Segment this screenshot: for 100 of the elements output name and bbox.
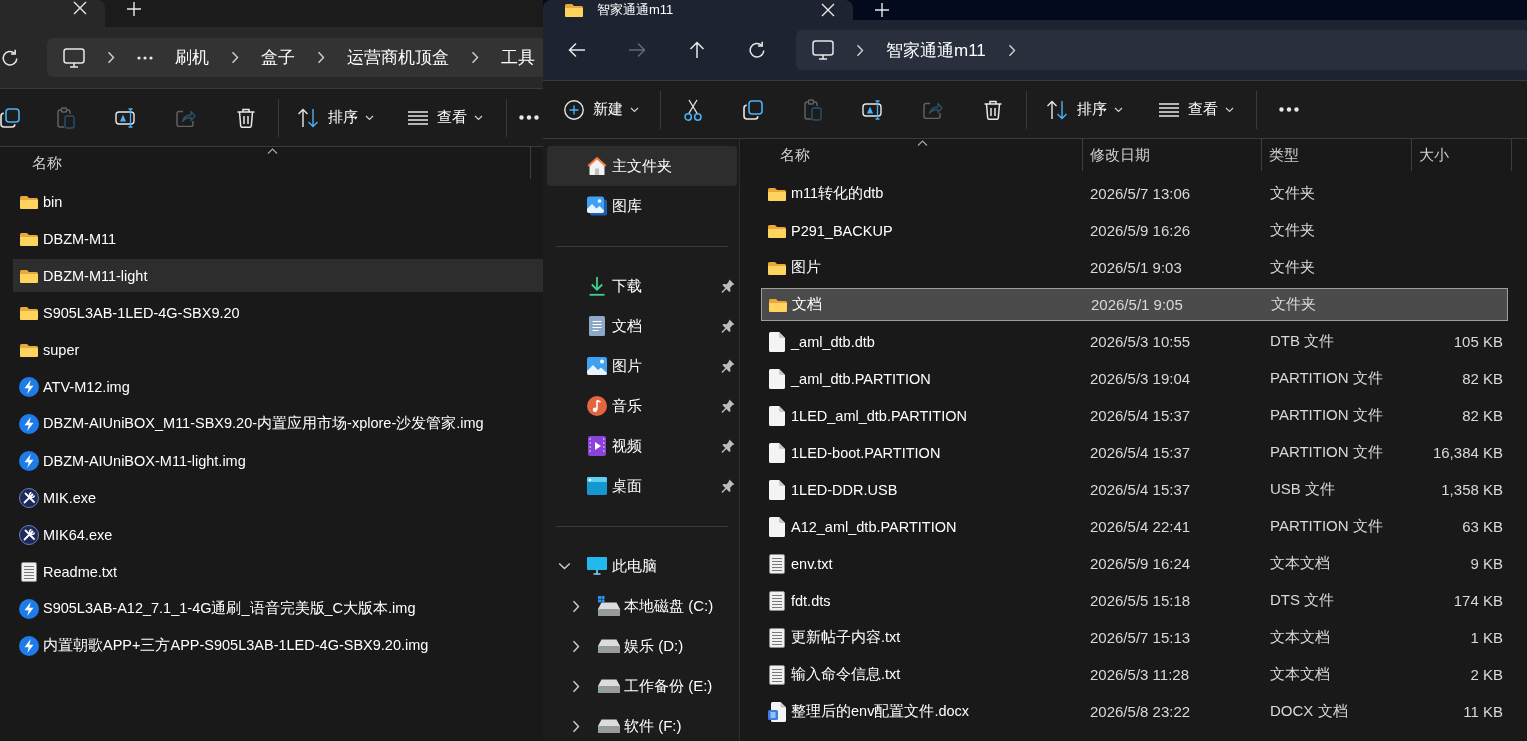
- file-row[interactable]: super: [13, 333, 543, 366]
- file-row[interactable]: ATV-M12.img: [13, 370, 543, 403]
- tab[interactable]: 智家通通m11: [543, 0, 853, 20]
- chevron-right-icon[interactable]: [471, 51, 479, 64]
- file-row[interactable]: bin: [13, 185, 543, 218]
- chevron-right-icon[interactable]: [856, 43, 864, 57]
- column-header[interactable]: 类型: [1262, 139, 1412, 171]
- chevron-right-icon[interactable]: [317, 51, 325, 64]
- breadcrumb[interactable]: 盒子: [261, 46, 295, 69]
- date-modified: 2026/5/8 23:22: [1090, 703, 1191, 720]
- chevron-right-icon[interactable]: [572, 679, 580, 693]
- file-row[interactable]: _aml_dtb.dtb 2026/5/3 10:55 DTB 文件 105 KB: [761, 325, 1508, 358]
- view-button[interactable]: 查看: [401, 97, 490, 138]
- file-row[interactable]: env.txt 2026/5/9 16:24 文本文档 9 KB: [761, 547, 1508, 580]
- caret-down-icon: [630, 106, 639, 113]
- file-type: 文件夹: [1271, 295, 1316, 312]
- file-type: PARTITION 文件: [1270, 443, 1383, 460]
- column-header[interactable]: 名称: [761, 139, 1083, 171]
- computer-icon: [63, 47, 85, 68]
- file-row[interactable]: S905L3AB-1LED-4G-SBX9.20: [13, 296, 543, 329]
- chevron-right-icon[interactable]: [107, 51, 115, 64]
- file-row[interactable]: 1LED-DDR.USB 2026/5/4 15:37 USB 文件 1,358 KB: [761, 473, 1508, 506]
- tools-icon: [19, 524, 39, 545]
- nav-item[interactable]: 文档: [547, 306, 737, 346]
- pin-icon[interactable]: [721, 359, 735, 373]
- file-row[interactable]: S905L3AB-A12_7.1_1-4G通刷_语音完美版_C大版本.img: [13, 592, 543, 625]
- file-row[interactable]: 1LED_aml_dtb.PARTITION 2026/5/4 15:37 PARTITION 文件 82 KB: [761, 399, 1508, 432]
- breadcrumb[interactable]: 工具: [501, 46, 535, 69]
- date-modified: 2026/5/4 15:37: [1090, 481, 1191, 498]
- nav-item[interactable]: 下载: [547, 266, 737, 306]
- breadcrumb[interactable]: 智家通通m11: [886, 38, 986, 62]
- plus-icon[interactable]: [127, 2, 141, 16]
- chevron-down-icon[interactable]: [557, 562, 571, 570]
- breadcrumb[interactable]: 刷机: [175, 46, 209, 69]
- file-row[interactable]: 文档 2026/5/1 9:05 文件夹: [761, 288, 1508, 321]
- close-icon[interactable]: [73, 1, 87, 15]
- file-row[interactable]: 1LED-boot.PARTITION 2026/5/4 15:37 PARTITION 文件 16,384 KB: [761, 436, 1508, 469]
- file-row[interactable]: 内置朝歌APP+三方APP-S905L3AB-1LED-4G-SBX9.20.img: [13, 629, 543, 662]
- close-icon[interactable]: [821, 3, 835, 17]
- column-header[interactable]: 名称: [13, 147, 531, 179]
- chevron-right-icon[interactable]: [231, 51, 239, 64]
- nav-item[interactable]: 桌面: [547, 466, 737, 506]
- file-row[interactable]: DBZM-M11-light: [13, 259, 543, 292]
- nav-item[interactable]: 此电脑: [547, 546, 737, 586]
- file-row[interactable]: DBZM-M11: [13, 222, 543, 255]
- video-icon: [588, 436, 606, 456]
- more-icon[interactable]: [137, 55, 153, 60]
- nav-item[interactable]: 视频: [547, 426, 737, 466]
- view-button[interactable]: 查看: [1152, 89, 1241, 130]
- file-row[interactable]: 图片 2026/5/1 9:03 文件夹: [761, 251, 1508, 284]
- file-row[interactable]: DBZM-AIUniBOX_M11-SBX9.20-内置应用市场-xplore-沙发管家.img: [13, 407, 543, 440]
- file-row[interactable]: _aml_dtb.PARTITION 2026/5/3 19:04 PARTITION 文件 82 KB: [761, 362, 1508, 395]
- file-row[interactable]: DBZM-AIUniBOX-M11-light.img: [13, 444, 543, 477]
- sort-button[interactable]: 排序: [1039, 89, 1130, 130]
- file-row[interactable]: MIK64.exe: [13, 518, 543, 551]
- nav-item[interactable]: 图片: [547, 346, 737, 386]
- file-type: 文件夹: [1270, 258, 1315, 275]
- file-row[interactable]: P291_BACKUP 2026/5/9 16:26 文件夹: [761, 214, 1508, 247]
- file-row[interactable]: 整理后的env配置文件.docx 2026/5/8 23:22 DOCX 文档 11 KB: [761, 695, 1508, 728]
- pin-icon[interactable]: [721, 399, 735, 413]
- nav-item[interactable]: 图库: [547, 186, 737, 226]
- nav-item[interactable]: 软件 (F:): [547, 706, 737, 741]
- plus-icon[interactable]: [875, 3, 889, 17]
- column-header[interactable]: 大小: [1412, 139, 1512, 171]
- chevron-right-icon[interactable]: [1007, 43, 1016, 57]
- nav-item[interactable]: 本地磁盘 (C:): [547, 586, 737, 626]
- chevron-right-icon[interactable]: [572, 639, 580, 653]
- view-icon: [408, 110, 428, 125]
- address-bar[interactable]: 刷机 盒子 运营商机顶盒 工具: [47, 38, 543, 77]
- folder-icon: [768, 260, 786, 275]
- breadcrumb[interactable]: 运营商机顶盒: [347, 46, 449, 69]
- file-row[interactable]: fdt.dts 2026/5/5 15:18 DTS 文件 174 KB: [761, 584, 1508, 617]
- file-name: DBZM-M11: [43, 230, 117, 247]
- file-row[interactable]: A12_aml_dtb.PARTITION 2026/5/4 22:41 PARTITION 文件 63 KB: [761, 510, 1508, 543]
- pin-icon[interactable]: [721, 439, 735, 453]
- file-size: 1 KB: [1470, 629, 1503, 646]
- folder-icon: [20, 231, 38, 246]
- new-button[interactable]: 新建: [557, 89, 646, 130]
- nav-item[interactable]: 娱乐 (D:): [547, 626, 737, 666]
- address-bar[interactable]: 智家通通m11: [796, 30, 1527, 70]
- chevron-right-icon[interactable]: [572, 599, 580, 613]
- date-modified: 2026/5/1 9:03: [1090, 259, 1182, 276]
- chevron-right-icon[interactable]: [572, 719, 580, 733]
- pin-icon[interactable]: [721, 479, 735, 493]
- file-row[interactable]: MIK.exe: [13, 481, 543, 514]
- tab[interactable]: [0, 0, 105, 27]
- sort-button[interactable]: 排序: [290, 97, 381, 138]
- music-note-icon: [587, 396, 607, 416]
- file-row[interactable]: Readme.txt: [13, 555, 543, 588]
- file-type: PARTITION 文件: [1270, 406, 1383, 423]
- file-row[interactable]: m11转化的dtb 2026/5/7 13:06 文件夹: [761, 177, 1508, 210]
- pin-icon[interactable]: [721, 319, 735, 333]
- file-row[interactable]: 输入命令信息.txt 2026/5/3 11:28 文本文档 2 KB: [761, 658, 1508, 691]
- nav-item[interactable]: 音乐: [547, 386, 737, 426]
- column-header[interactable]: 修改日期: [1083, 139, 1262, 171]
- nav-item[interactable]: 工作备份 (E:): [547, 666, 737, 706]
- file-row[interactable]: 更新帖子内容.txt 2026/5/7 15:13 文本文档 1 KB: [761, 621, 1508, 654]
- nav-item[interactable]: 主文件夹: [547, 146, 737, 186]
- pin-icon[interactable]: [721, 279, 735, 293]
- date-modified: 2026/5/7 15:13: [1090, 629, 1191, 646]
